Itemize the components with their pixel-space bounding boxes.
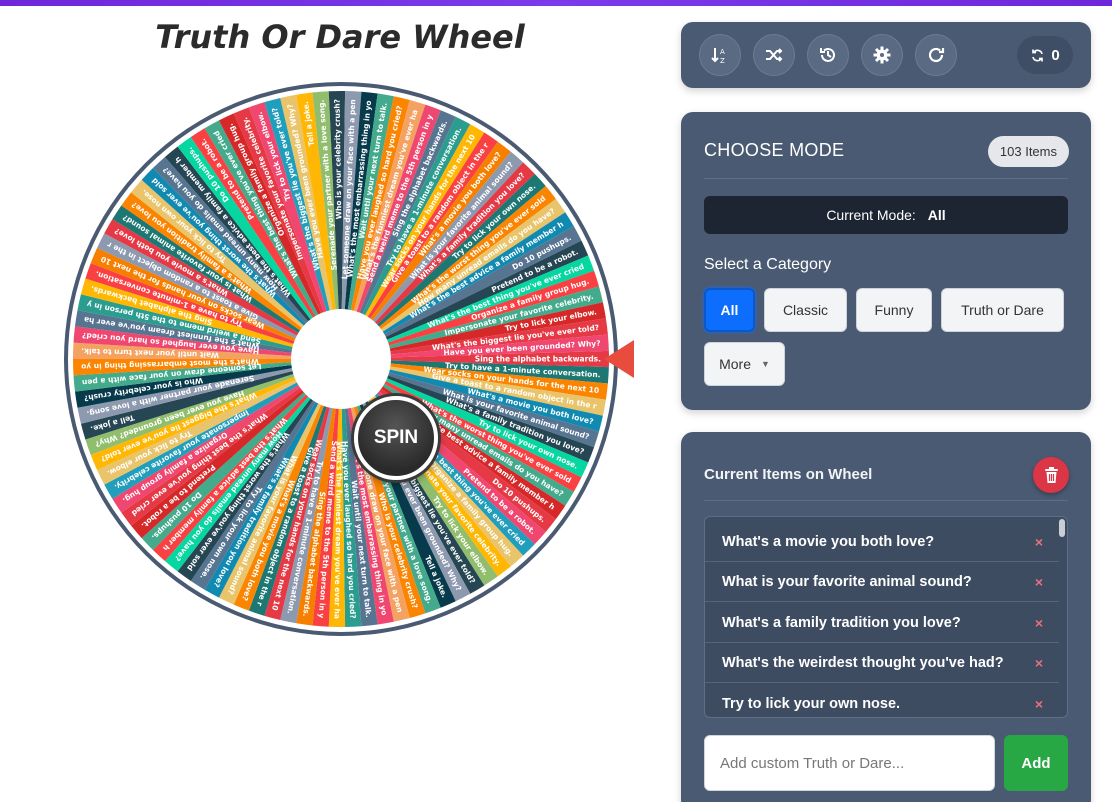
page-title: Truth Or Dare Wheel <box>155 18 525 56</box>
spin-counter-badge: 0 <box>1017 36 1073 74</box>
caret-down-icon: ▼ <box>760 359 770 369</box>
wheel-pointer-icon <box>604 340 634 378</box>
shuffle-icon <box>766 48 783 62</box>
sort-icon: AZ <box>711 48 725 65</box>
item-text: What is your favorite animal sound? <box>722 573 972 590</box>
top-accent-bar <box>0 0 1112 6</box>
current-mode-bar: Current Mode: All <box>704 196 1068 234</box>
add-item-button[interactable]: Add <box>1004 735 1068 791</box>
toolbar-panel: AZ 0 <box>681 22 1091 88</box>
redo-button[interactable] <box>915 34 957 76</box>
remove-item-icon[interactable]: × <box>1035 615 1043 631</box>
category-funny-button[interactable]: Funny <box>856 288 932 332</box>
spin-wheel[interactable]: Sing the alphabet backwards. Try to have … <box>56 78 626 644</box>
wheel-hub <box>291 309 391 409</box>
remove-item-icon[interactable]: × <box>1035 696 1043 712</box>
category-classic-button[interactable]: Classic <box>764 288 847 332</box>
history-icon <box>820 47 835 62</box>
spin-count: 0 <box>1051 46 1060 64</box>
list-item: What's a movie you both love? × <box>705 522 1059 562</box>
items-list[interactable]: What's a movie you both love? × What is … <box>704 516 1068 718</box>
list-item: What's a family tradition you love? × <box>705 603 1059 643</box>
list-scrollbar[interactable] <box>1059 519 1065 537</box>
item-text: What's the weirdest thought you've had? <box>722 654 1004 671</box>
svg-text:A: A <box>720 48 725 56</box>
wheel-segment-label: Who is your celebrity crush? <box>333 99 344 219</box>
shuffle-button[interactable] <box>753 34 795 76</box>
current-mode-label: Current Mode: <box>826 207 916 223</box>
current-items-panel: Current Items on Wheel What's a movie yo… <box>681 432 1091 802</box>
custom-item-input[interactable] <box>704 735 995 791</box>
redo-icon <box>928 47 945 63</box>
choose-mode-panel: CHOOSE MODE 103 Items Current Mode: All … <box>681 112 1091 410</box>
item-text: Try to lick your own nose. <box>722 695 901 712</box>
category-label: Select a Category <box>704 256 832 273</box>
list-item: What is your favorite animal sound? × <box>705 562 1059 602</box>
mode-heading: CHOOSE MODE <box>704 140 845 160</box>
sort-button[interactable]: AZ <box>699 34 741 76</box>
more-label: More <box>719 356 751 372</box>
item-text: What's a family tradition you love? <box>722 614 961 631</box>
divider <box>704 178 1068 179</box>
items-count-badge: 103 Items <box>987 136 1069 167</box>
category-truth-or-dare-button[interactable]: Truth or Dare <box>941 288 1064 332</box>
trash-icon <box>1044 467 1058 483</box>
items-heading: Current Items on Wheel <box>704 466 873 483</box>
list-item: What's the weirdest thought you've had? … <box>705 643 1059 683</box>
history-button[interactable] <box>807 34 849 76</box>
remove-item-icon[interactable]: × <box>1035 655 1043 671</box>
sync-icon <box>1032 49 1044 61</box>
category-more-dropdown[interactable]: More ▼ <box>704 342 785 386</box>
svg-text:Z: Z <box>720 57 725 65</box>
spin-button[interactable]: SPIN <box>354 396 438 480</box>
category-all-button[interactable]: All <box>704 288 755 332</box>
remove-item-icon[interactable]: × <box>1035 534 1043 550</box>
wheel-graphic[interactable]: Sing the alphabet backwards.Try to have … <box>56 78 626 644</box>
wheel-segment-label: Sing the alphabet backwards. <box>475 355 601 364</box>
divider <box>704 500 1068 501</box>
current-mode-value: All <box>927 207 946 223</box>
gear-icon <box>873 46 891 64</box>
remove-item-icon[interactable]: × <box>1035 574 1043 590</box>
clear-items-button[interactable] <box>1033 457 1069 493</box>
list-item: Try to lick your own nose. × <box>705 684 1059 717</box>
item-text: What's a movie you both love? <box>722 533 935 550</box>
settings-button[interactable] <box>861 34 903 76</box>
